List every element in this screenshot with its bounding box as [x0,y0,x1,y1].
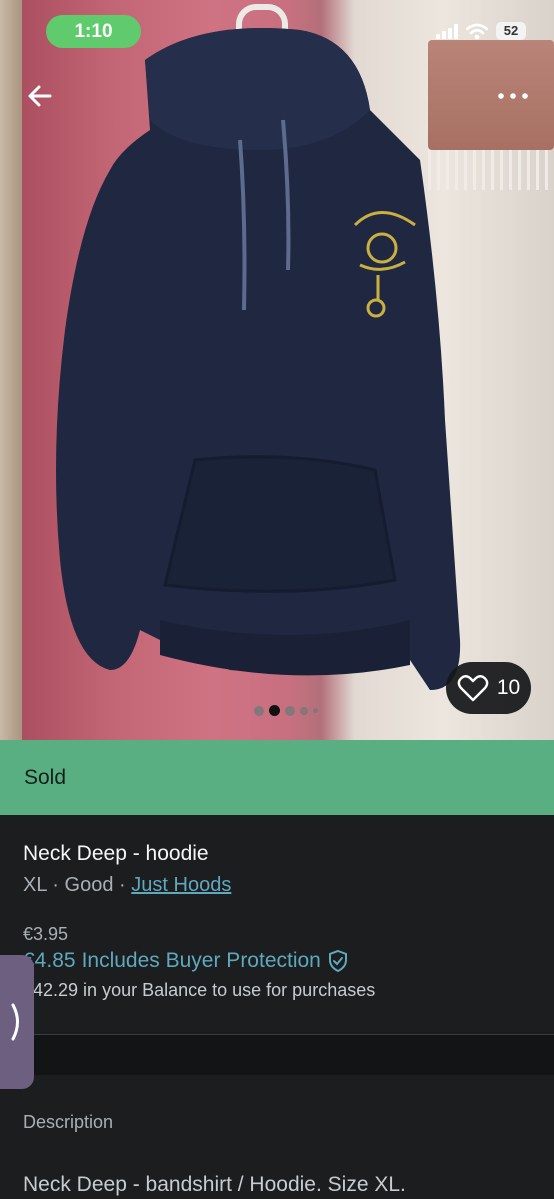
item-photo[interactable]: 1:10 52 10 [0,0,554,740]
item-info: Neck Deep - hoodie XL · Good · Just Hood… [23,815,534,1001]
description-label: Description [23,1112,114,1132]
status-icons: 52 [436,22,526,40]
battery-icon: 52 [496,22,526,40]
protection-label: Includes Buyer Protection [81,949,321,972]
description-text: Neck Deep - bandshirt / Hoodie. Size XL. [23,1173,406,1196]
more-icon[interactable] [496,84,530,108]
carousel-dot-active[interactable] [269,705,280,716]
meta-separator: · [52,874,59,896]
status-time: 1:10 [46,15,141,48]
side-panel-tab[interactable] [0,955,34,1089]
item-meta: XL · Good · Just Hoods [23,874,534,897]
balance-note: €42.29 in your Balance to use for purcha… [23,980,376,1000]
section-gap [0,1035,554,1075]
carousel-dot[interactable] [313,708,318,713]
wifi-icon [466,23,488,39]
shield-check-icon [328,949,347,973]
carousel-dot[interactable] [300,706,308,715]
signal-icon [436,23,458,39]
carousel-dot[interactable] [285,705,295,716]
carousel-dot[interactable] [254,705,264,716]
item-title: Neck Deep - hoodie [23,842,209,865]
like-count: 10 [496,676,521,699]
heart-icon [457,675,489,702]
buyer-protection-row[interactable]: €4.85 Includes Buyer Protection [23,949,534,973]
like-button[interactable]: 10 [446,662,531,714]
item-price: €3.95 [23,924,69,944]
brand-link[interactable]: Just Hoods [131,874,231,896]
item-condition: Good [64,874,114,896]
sold-banner: Sold [0,740,554,815]
hoodie-image [56,28,461,690]
item-size: XL [23,874,47,896]
chevron-right-icon [11,1003,19,1041]
carousel-indicator[interactable] [254,705,318,716]
meta-separator: · [119,874,126,896]
back-arrow-icon[interactable] [24,80,56,112]
